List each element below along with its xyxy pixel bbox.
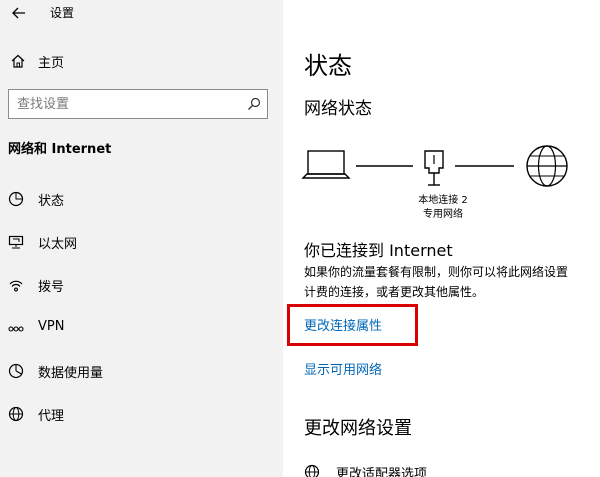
network-diagram: 本地连接 2 专用网络 <box>283 140 600 230</box>
back-button[interactable] <box>8 2 30 24</box>
sidebar-item-label: VPN <box>38 319 65 334</box>
ethernet-icon <box>8 235 24 249</box>
title-bar: 设置 <box>0 0 283 28</box>
back-arrow-icon <box>12 7 25 19</box>
dialup-icon <box>9 280 23 292</box>
sidebar-item-data-usage[interactable]: 数据使用量 <box>0 356 283 386</box>
sidebar-item-home[interactable]: 主页 <box>0 48 283 74</box>
app-title: 设置 <box>50 6 75 20</box>
network-status-heading: 网络状态 <box>304 99 372 119</box>
vpn-icon <box>8 326 24 332</box>
proxy-icon <box>8 406 24 422</box>
search-input[interactable] <box>9 90 239 118</box>
sidebar-item-label: 数据使用量 <box>38 366 104 381</box>
sidebar-item-proxy[interactable]: 代理 <box>0 399 283 429</box>
change-adapter-options-label: 更改适配器选项 <box>336 467 428 477</box>
sidebar-item-status[interactable]: 状态 <box>0 184 283 214</box>
main-content: 状态 网络状态 本地连接 2 专用网络 你已连接到 Internet 如果你的流… <box>283 0 600 477</box>
connection-status-heading: 你已连接到 Internet <box>304 241 453 260</box>
sidebar-item-label: 拨号 <box>38 280 65 295</box>
sidebar-item-label: 以太网 <box>38 237 78 252</box>
sidebar-item-dialup[interactable]: 拨号 <box>0 270 283 300</box>
adapter-name: 本地连接 2 <box>418 195 468 206</box>
sidebar-item-label: 代理 <box>38 409 65 424</box>
data-usage-icon <box>8 363 24 379</box>
sidebar-item-ethernet[interactable]: 以太网 <box>0 227 283 257</box>
sidebar: 设置 主页 网络和 Internet 状态 以太网 <box>0 0 283 477</box>
status-icon <box>8 191 24 207</box>
sidebar-item-label: 状态 <box>38 194 65 209</box>
network-diagram-graphic <box>301 145 568 187</box>
section-heading: 网络和 Internet <box>8 142 112 157</box>
show-available-networks-link[interactable]: 显示可用网络 <box>304 359 382 378</box>
sidebar-item-vpn[interactable]: VPN <box>0 313 283 343</box>
globe-icon <box>526 145 568 187</box>
page-title: 状态 <box>304 52 352 80</box>
home-icon <box>11 54 25 68</box>
globe-icon <box>304 464 320 477</box>
search-box[interactable] <box>8 89 268 119</box>
change-adapter-options-item[interactable]: 更改适配器选项 <box>304 462 594 477</box>
adapter-profile: 专用网络 <box>423 209 463 220</box>
search-icon[interactable] <box>247 97 261 111</box>
highlight-annotation <box>287 304 418 346</box>
description-line: 如果你的流量套餐有限制，则你可以将此网络设置 <box>304 265 569 279</box>
ethernet-adapter-icon <box>424 150 444 186</box>
laptop-icon <box>301 150 351 179</box>
sidebar-item-label: 主页 <box>38 56 65 71</box>
change-network-settings-heading: 更改网络设置 <box>304 418 412 439</box>
description-line: 计费的连接，或者更改其他属性。 <box>304 285 485 299</box>
